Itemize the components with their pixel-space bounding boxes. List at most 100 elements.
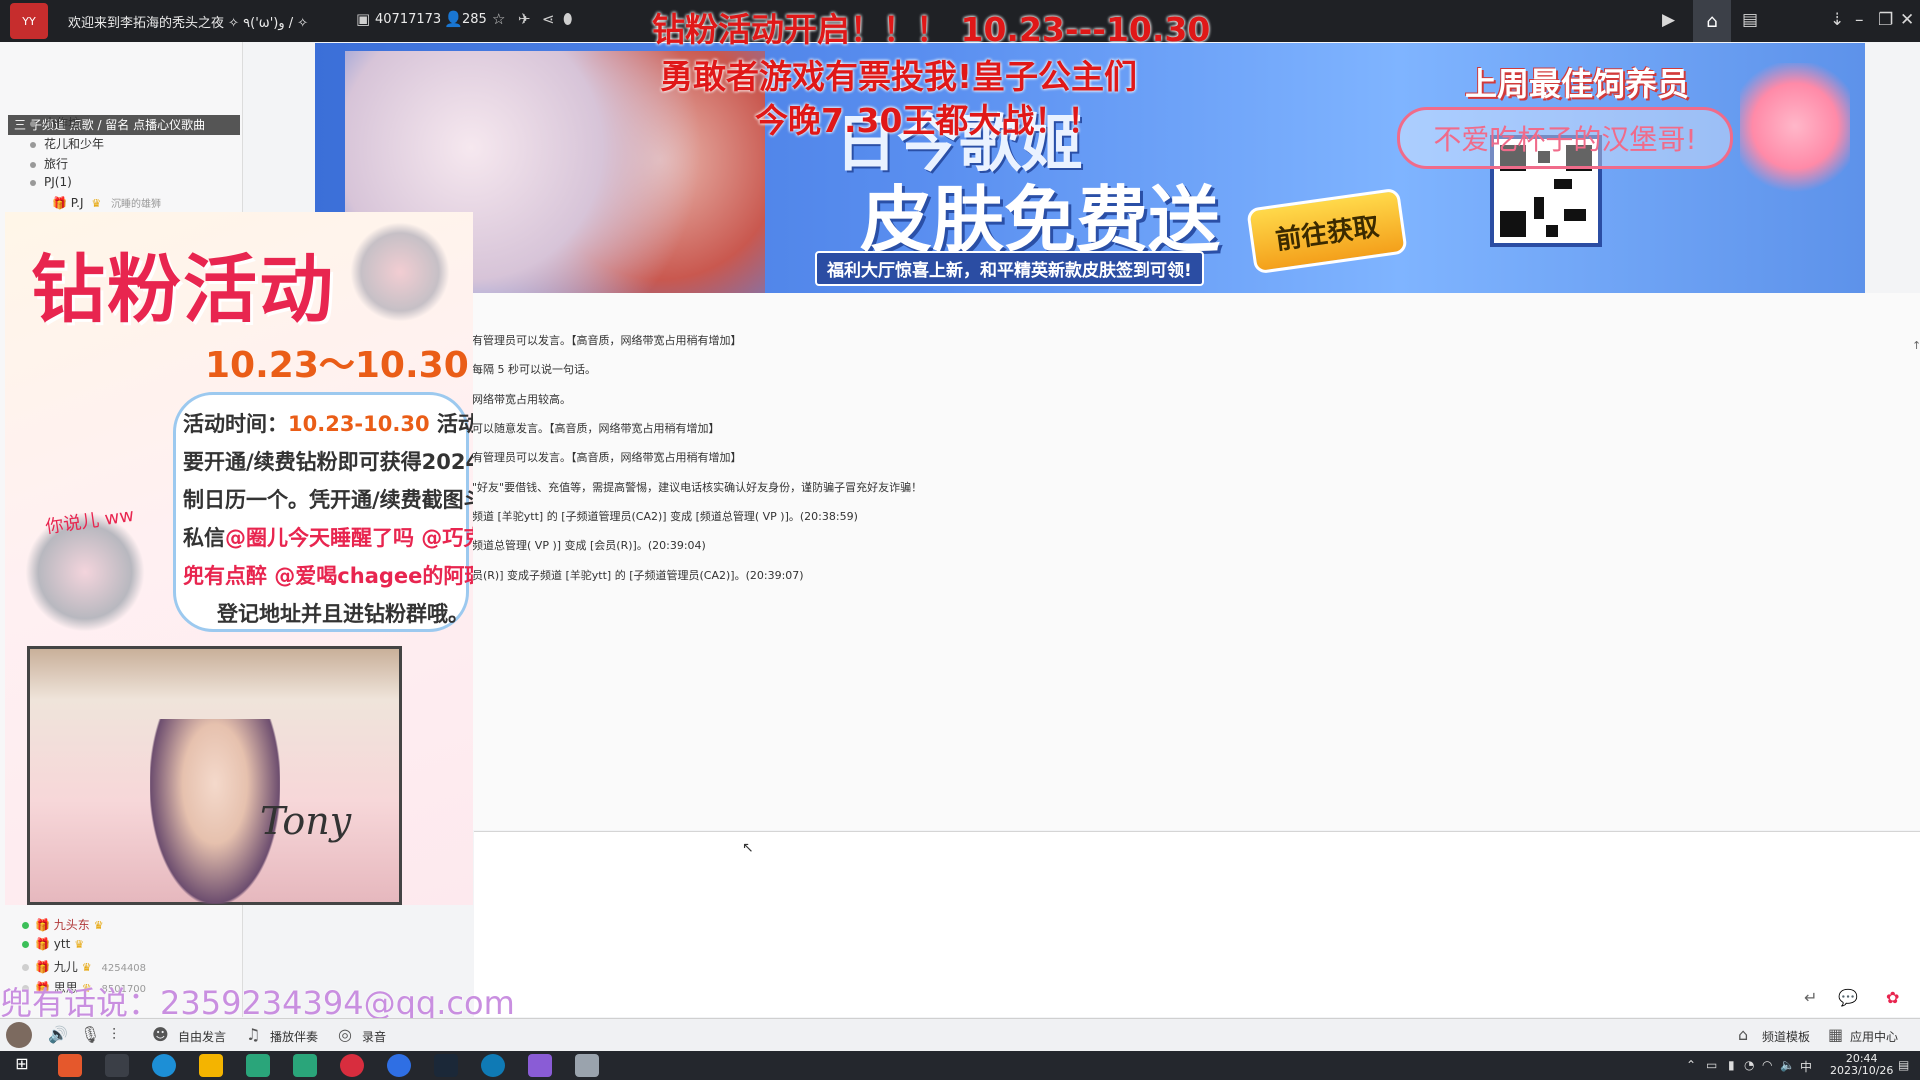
crown-icon: ♛ xyxy=(93,919,104,932)
video-icon[interactable]: ▶ xyxy=(1662,10,1675,30)
chat-message: 有管理员可以发言。【高音质，网络带宽占用稍有增加】 xyxy=(472,334,742,347)
member-row[interactable]: 🎁 九头东 ♛ xyxy=(22,916,104,933)
mouse-cursor-icon: ↖ xyxy=(742,840,754,856)
user-icon: 👤 xyxy=(444,10,463,28)
play-music-button[interactable]: 播放伴奏 xyxy=(270,1028,318,1045)
taskbar-app-icon[interactable] xyxy=(246,1054,270,1077)
tray-screen-icon[interactable]: ▭ xyxy=(1706,1058,1717,1072)
overlay-title-2: 勇敢者游戏有票投我!皇子公主们 xyxy=(660,57,1138,96)
rose-icon[interactable]: ✿ xyxy=(1886,988,1899,1007)
close-icon[interactable]: ✕ xyxy=(1900,10,1914,30)
gift-icon: 🎁 xyxy=(35,960,50,974)
tray-network-icon[interactable]: ◔ xyxy=(1744,1058,1754,1072)
chat-message: 频道 [羊驼ytt] 的 [子频道管理员(CA2)] 变成 [频道总管理( VP… xyxy=(472,510,858,523)
record-button[interactable]: 录音 xyxy=(362,1028,386,1045)
template-icon[interactable]: ⌂ xyxy=(1738,1025,1748,1044)
message-input[interactable]: ↖ xyxy=(474,832,1920,1017)
netease-music-icon[interactable] xyxy=(340,1054,364,1077)
tree-item-1[interactable]: 花儿和少年 xyxy=(30,135,104,152)
chat-message: 频道总管理( VP )] 变成 [会员(R)]。(20:39:04) xyxy=(472,539,706,552)
member-row[interactable]: 🎁 ytt ♛ xyxy=(22,937,84,951)
maximize-icon[interactable]: ❐ xyxy=(1878,10,1893,30)
chat-area[interactable]: 有管理员可以发言。【高音质，网络带宽占用稍有增加】 每隔 5 秒可以说一句话。 … xyxy=(242,293,1920,830)
layout-icon[interactable]: ▤ xyxy=(1742,10,1758,30)
gift-icon: 🎁 xyxy=(52,196,67,210)
poster-line: 私信@圈儿今天睡醒了吗 @巧克力 xyxy=(183,526,473,550)
tree-item-0[interactable]: 小作坊 xyxy=(30,114,80,131)
windows-taskbar: ⊞ ⌃ ▭ ▮ ◔ ◠ 🔈 中 20:44 2023/10/26 ▤ xyxy=(0,1051,1920,1080)
crown-icon: ♛ xyxy=(74,938,85,951)
taskbar-app-icon[interactable] xyxy=(105,1054,129,1077)
tray-up-icon[interactable]: ⌃ xyxy=(1686,1058,1696,1072)
photo-signature: Tony xyxy=(260,799,352,843)
chat-message: "好友"要借钱、充值等，需提高警惕，建议电话核实确认好友身份，谨防骗子冒充好友诈… xyxy=(472,481,923,494)
banner-cta-button[interactable]: 前往获取 xyxy=(1246,187,1408,275)
apps-icon[interactable]: ▦ xyxy=(1828,1025,1843,1044)
taskbar-app-icon[interactable] xyxy=(199,1054,223,1077)
chibi-image xyxy=(350,222,450,322)
banner-subtitle: 福利大厅惊喜上新，和平精英新款皮肤签到可领! xyxy=(815,251,1204,286)
mascot-image xyxy=(1740,63,1850,203)
plane-icon[interactable]: ✈ xyxy=(518,10,531,28)
taskbar-app-icon[interactable] xyxy=(481,1054,505,1077)
enter-icon[interactable]: ↵ xyxy=(1804,988,1817,1007)
app-logo: YY xyxy=(10,3,48,39)
mic-icon[interactable]: 🎙 xyxy=(80,1025,100,1044)
app-center-button[interactable]: 应用中心 xyxy=(1850,1028,1898,1045)
music-icon[interactable]: ♫ xyxy=(246,1025,260,1044)
tree-item-2[interactable]: 旅行 xyxy=(30,155,68,172)
member-row[interactable]: 🎁 九儿 ♛ 4254408 xyxy=(22,958,146,975)
chat-message: 有管理员可以发言。【高音质，网络带宽占用稍有增加】 xyxy=(472,451,742,464)
record-icon[interactable]: ◎ xyxy=(338,1025,352,1044)
download-icon[interactable]: ⇣ xyxy=(1830,10,1844,30)
minimize-icon[interactable]: – xyxy=(1855,10,1864,30)
chat-message: 每隔 5 秒可以说一句话。 xyxy=(472,363,596,376)
poster-title: 钻粉活动 xyxy=(31,247,335,333)
taskbar-app-icon[interactable] xyxy=(575,1054,599,1077)
taskbar-app-icon[interactable] xyxy=(528,1054,552,1077)
bullet-icon xyxy=(30,161,36,168)
avatar[interactable] xyxy=(6,1022,32,1048)
kugou-icon[interactable] xyxy=(387,1054,411,1077)
poster-line: 兜有点醉 @爱喝chagee的阿璐Xx xyxy=(183,564,473,588)
poster-dates: 10.23～10.30 xyxy=(205,345,469,386)
ime-indicator[interactable]: 中 xyxy=(1800,1058,1812,1075)
offline-dot xyxy=(22,964,29,971)
edge-icon[interactable] xyxy=(152,1054,176,1077)
tree-item-3[interactable]: PJ(1) xyxy=(30,175,72,189)
scroll-top-icon[interactable]: ↑ xyxy=(1912,339,1920,352)
poster-line: 活动时间：10.23-10.30 活动期间只 xyxy=(183,412,473,436)
free-speech-button[interactable]: 自由发言 xyxy=(178,1028,226,1045)
best-keeper-title: 上周最佳饲养员 xyxy=(1465,65,1690,103)
best-keeper-bubble: 不爱吃杯子的汉堡哥! xyxy=(1397,107,1733,169)
star-icon[interactable]: ☆ xyxy=(492,10,505,28)
tray-mic-icon[interactable]: ▮ xyxy=(1728,1058,1735,1072)
bullet-icon xyxy=(30,141,36,148)
channel-id: 40717173 xyxy=(375,12,442,27)
shield-icon[interactable]: ⬮ xyxy=(563,10,572,28)
crown-icon: ♛ xyxy=(81,961,92,974)
equalizer-icon[interactable]: ⫶ xyxy=(112,1025,116,1045)
pj-member[interactable]: 🎁 P.J ♛ 沉睡的雄狮 xyxy=(52,195,161,210)
taskbar-app-icon[interactable] xyxy=(293,1054,317,1077)
share-icon[interactable]: ⋖ xyxy=(542,10,555,28)
home-button[interactable]: ⌂ xyxy=(1693,0,1731,42)
gift-icon: 🎁 xyxy=(35,918,50,932)
notification-icon[interactable]: ▤ xyxy=(1898,1058,1909,1072)
bullet-icon xyxy=(30,179,36,186)
taskbar-app-icon[interactable] xyxy=(58,1054,82,1077)
tray-wifi-icon[interactable]: ◠ xyxy=(1762,1058,1772,1072)
channel-template-button[interactable]: 频道模板 xyxy=(1762,1028,1810,1045)
steam-icon[interactable] xyxy=(434,1054,458,1077)
speech-mode-icon[interactable]: ☻ xyxy=(152,1025,169,1044)
overlay-title-1: 钻粉活动开启！！！ 10.23---10.30 xyxy=(652,10,1211,49)
system-clock[interactable]: 20:44 2023/10/26 xyxy=(1830,1053,1893,1077)
tray-volume-icon[interactable]: 🔈 xyxy=(1780,1058,1795,1072)
channel-title: 欢迎来到李拓海的秃头之夜 ✧ ٩('ω')و / ✧ xyxy=(68,16,309,31)
activity-poster: 钻粉活动 10.23～10.30 活动时间：10.23-10.30 活动期间只 … xyxy=(5,212,473,905)
id-icon: ▣ xyxy=(356,10,371,28)
start-icon[interactable]: ⊞ xyxy=(10,1054,34,1077)
speaker-icon[interactable]: 🔊 xyxy=(48,1025,68,1044)
crown-icon: ♛ xyxy=(91,197,102,210)
emoji-icon[interactable]: 💬 xyxy=(1838,988,1858,1007)
